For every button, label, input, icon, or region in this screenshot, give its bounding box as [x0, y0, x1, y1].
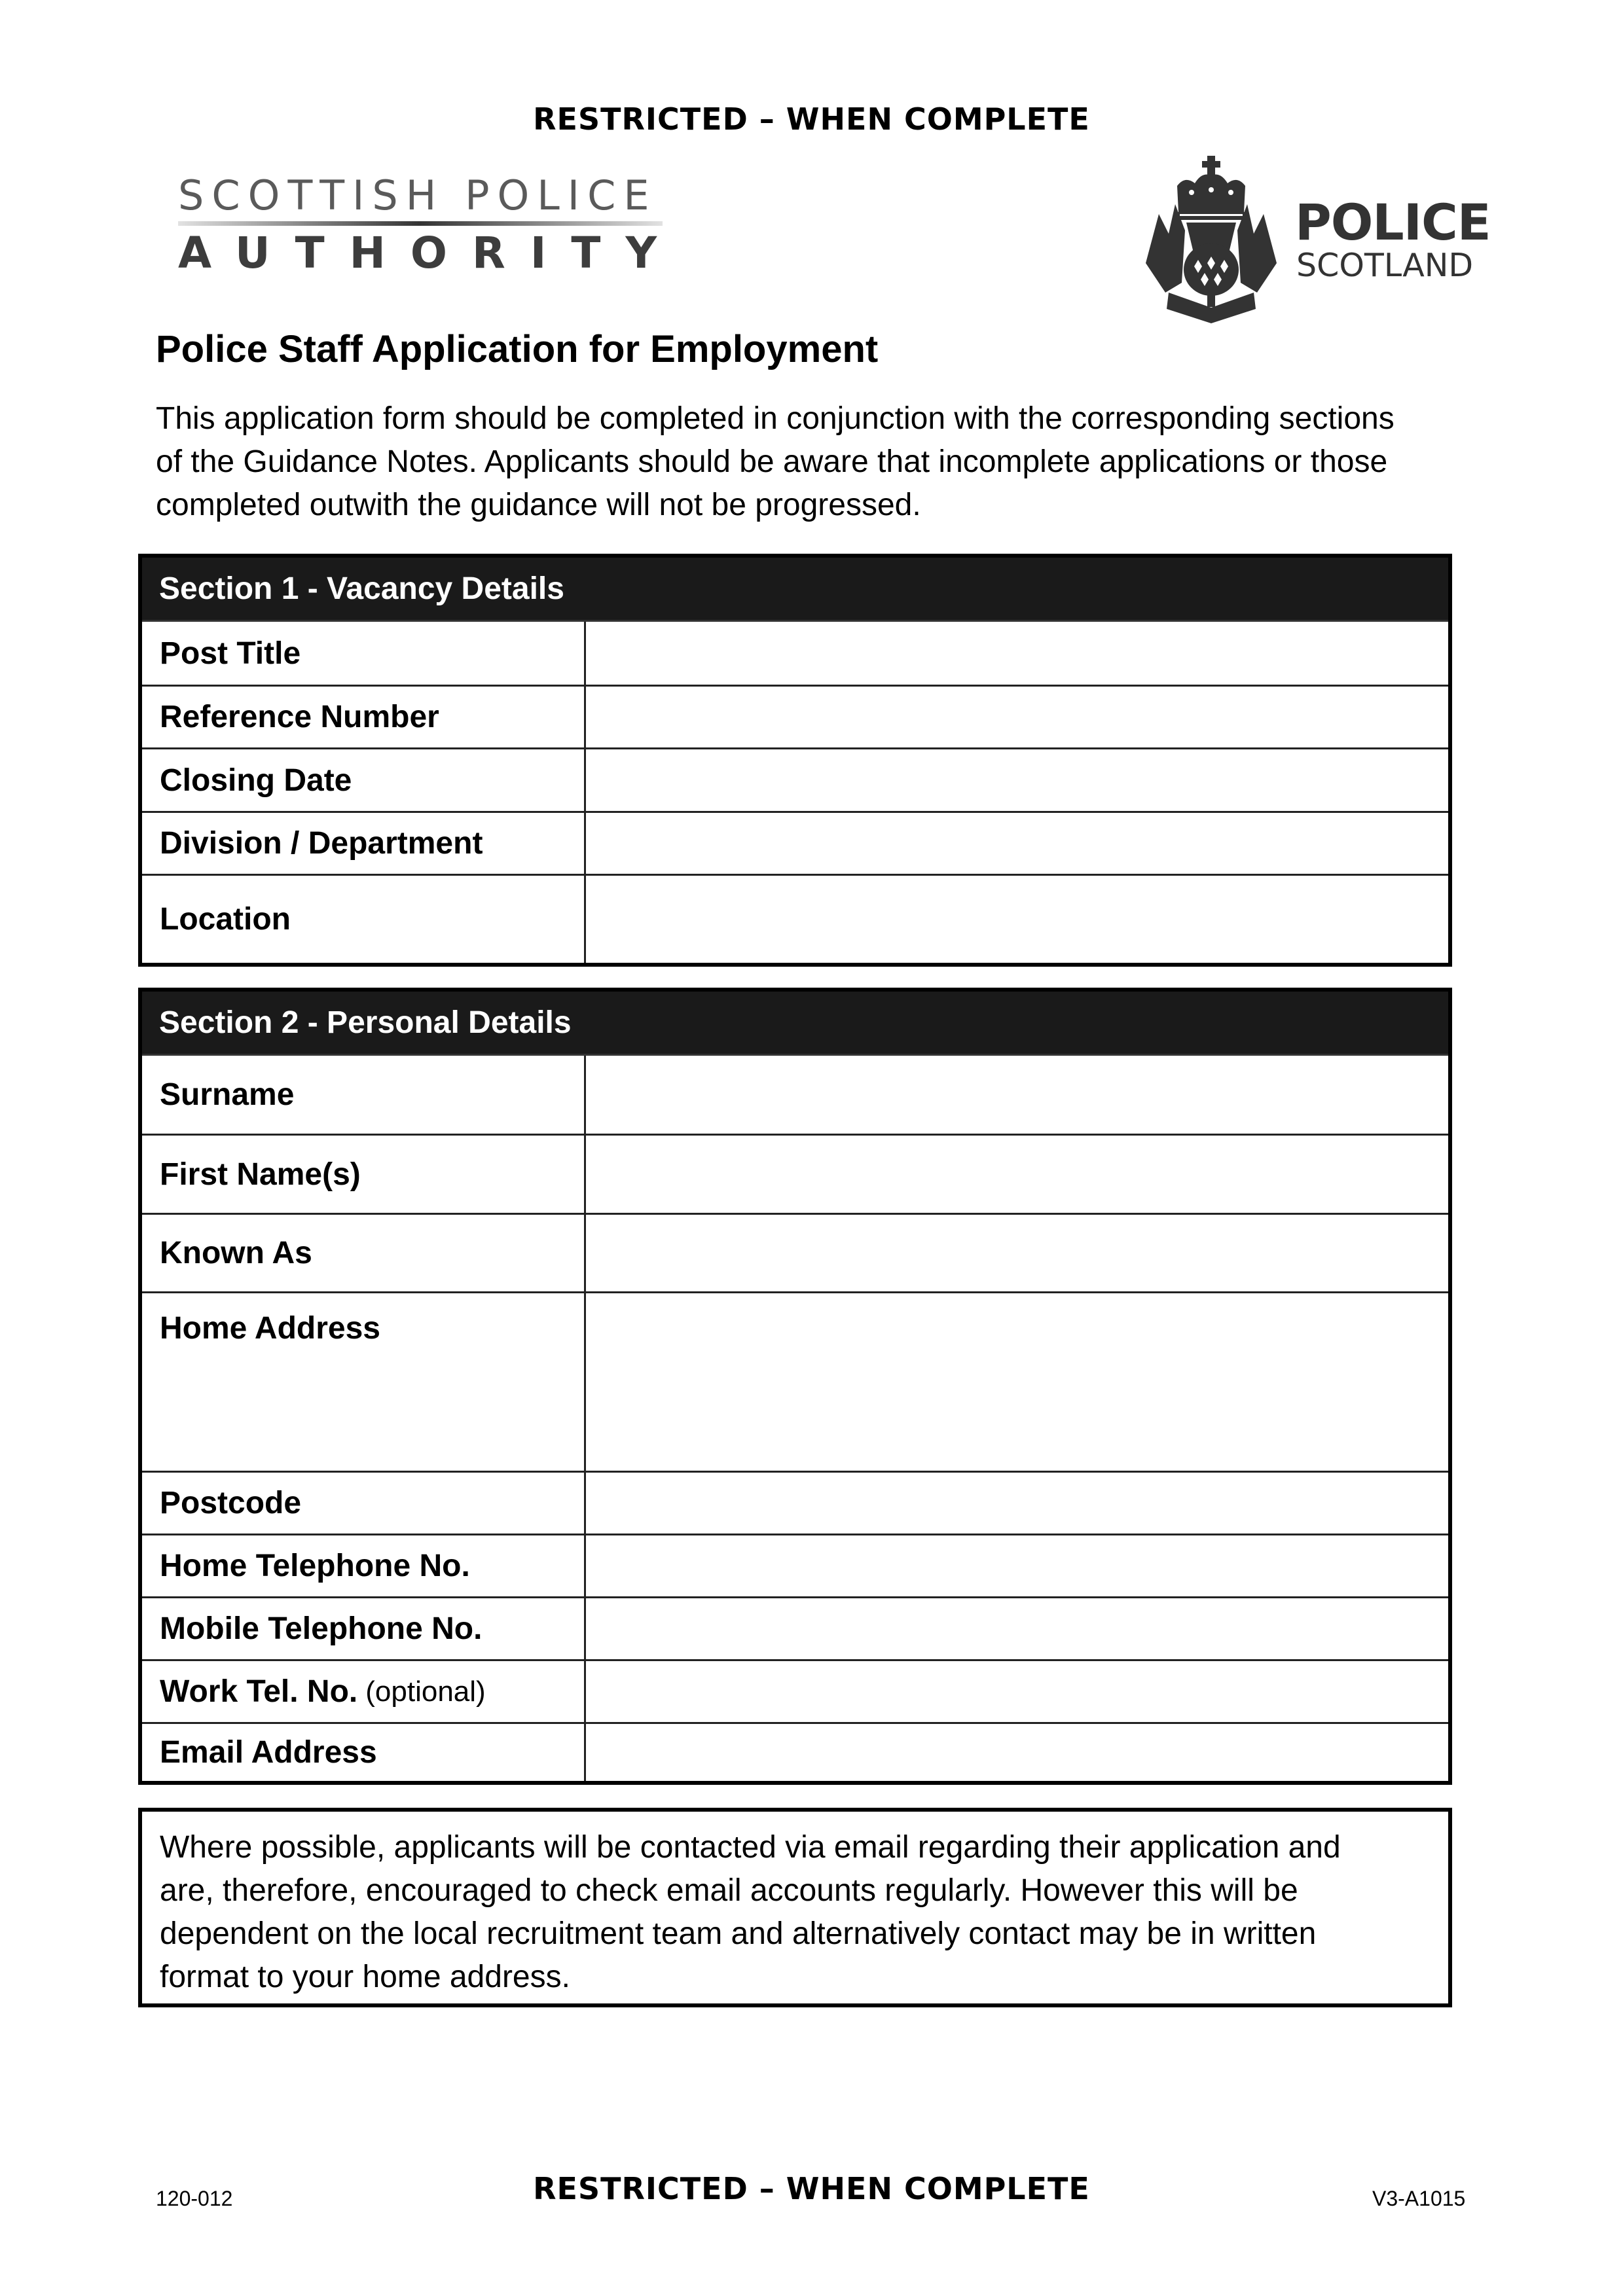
field-label: Email Address	[142, 1724, 586, 1781]
post-title-field[interactable]	[586, 622, 1448, 685]
contact-note-box: Where possible, applicants will be conta…	[138, 1808, 1452, 2007]
intro-line: of the Guidance Notes. Applicants should…	[156, 444, 1388, 479]
form-row-reference-number: Reference Number	[142, 685, 1448, 747]
vacancy-details-section: Section 1 - Vacancy Details Post Title R…	[138, 554, 1452, 967]
closing-date-field[interactable]	[586, 749, 1448, 811]
form-row-closing-date: Closing Date	[142, 747, 1448, 811]
form-row-post-title: Post Title	[142, 622, 1448, 685]
work-telephone-field[interactable]	[586, 1661, 1448, 1722]
page-title: Police Staff Application for Employment	[156, 328, 879, 370]
form-row-first-names: First Name(s)	[142, 1134, 1448, 1213]
form-row-email-address: Email Address	[142, 1722, 1448, 1781]
field-label: Location	[142, 876, 586, 963]
spa-logo-rule	[178, 221, 663, 226]
form-row-home-address: Home Address	[142, 1291, 1448, 1471]
field-label: Closing Date	[142, 749, 586, 811]
note-line: dependent on the local recruitment team …	[160, 1916, 1317, 1951]
surname-field[interactable]	[586, 1056, 1448, 1134]
field-label: Division / Department	[142, 813, 586, 874]
optional-hint: (optional)	[365, 1675, 486, 1708]
form-row-mobile-telephone: Mobile Telephone No.	[142, 1596, 1448, 1659]
form-row-surname: Surname	[142, 1056, 1448, 1134]
form-row-postcode: Postcode	[142, 1471, 1448, 1534]
note-line: format to your home address.	[160, 1960, 570, 1994]
police-scotland-logo-line1: POLICE	[1295, 193, 1491, 251]
form-row-known-as: Known As	[142, 1213, 1448, 1291]
scottish-police-authority-logo: SCOTTISH POLICE AUTHORITY	[178, 175, 666, 280]
version-code: V3-A1015	[1372, 2187, 1466, 2210]
field-label: Home Address	[142, 1293, 586, 1471]
personal-details-section: Section 2 - Personal Details Surname Fir…	[138, 988, 1452, 1785]
field-label: Post Title	[142, 622, 586, 685]
field-label: Postcode	[142, 1473, 586, 1534]
form-row-home-telephone: Home Telephone No.	[142, 1534, 1448, 1596]
division-department-field[interactable]	[586, 813, 1448, 874]
form-row-division-department: Division / Department	[142, 811, 1448, 874]
known-as-field[interactable]	[586, 1215, 1448, 1291]
location-field[interactable]	[586, 876, 1448, 963]
field-label: Known As	[142, 1215, 586, 1291]
section-header: Section 2 - Personal Details	[142, 992, 1448, 1056]
police-scotland-crest-icon	[1139, 152, 1283, 325]
section-header: Section 1 - Vacancy Details	[142, 558, 1448, 622]
intro-line: This application form should be complete…	[156, 401, 1395, 436]
form-row-location: Location	[142, 874, 1448, 963]
note-line: Where possible, applicants will be conta…	[160, 1830, 1341, 1865]
field-label: First Name(s)	[142, 1136, 586, 1213]
field-label: Surname	[142, 1056, 586, 1134]
reference-number-field[interactable]	[586, 687, 1448, 747]
spa-logo-line2: AUTHORITY	[178, 228, 682, 278]
first-names-field[interactable]	[586, 1136, 1448, 1213]
field-label: Reference Number	[142, 687, 586, 747]
intro-paragraph: This application form should be complete…	[156, 397, 1459, 527]
mobile-telephone-field[interactable]	[586, 1598, 1448, 1659]
field-label: Home Telephone No.	[142, 1535, 586, 1596]
intro-line: completed outwith the guidance will not …	[156, 488, 921, 522]
home-telephone-field[interactable]	[586, 1535, 1448, 1596]
spa-logo-line1: SCOTTISH POLICE	[178, 171, 657, 219]
field-label: Mobile Telephone No.	[142, 1598, 586, 1659]
email-address-field[interactable]	[586, 1724, 1448, 1781]
restricted-banner-top: RESTRICTED – WHEN COMPLETE	[533, 101, 1090, 137]
field-label-container: Work Tel. No. (optional)	[142, 1661, 586, 1722]
note-line: are, therefore, encouraged to check emai…	[160, 1873, 1298, 1908]
home-address-field[interactable]	[586, 1293, 1448, 1471]
form-row-work-telephone: Work Tel. No. (optional)	[142, 1659, 1448, 1722]
police-scotland-logo-line2: SCOTLAND	[1296, 247, 1474, 284]
field-label: Work Tel. No.	[160, 1674, 358, 1709]
postcode-field[interactable]	[586, 1473, 1448, 1534]
